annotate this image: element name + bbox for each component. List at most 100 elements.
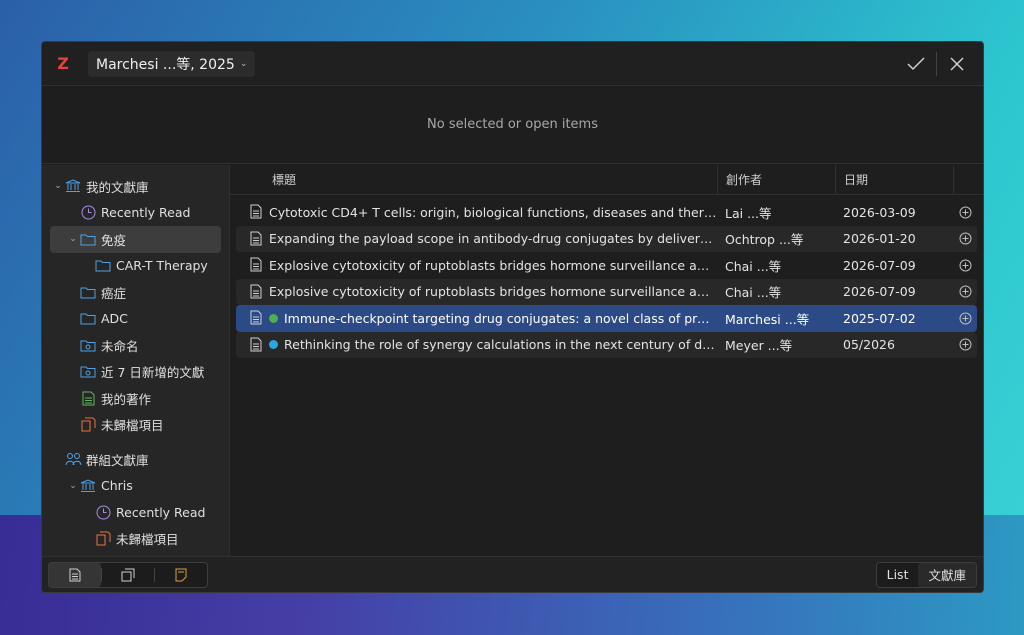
cell-title: Rethinking the role of synergy calculati…	[236, 337, 717, 353]
column-header-date[interactable]: 日期	[836, 164, 954, 195]
cell-creator: Meyer ...等	[725, 338, 793, 354]
collection-tree-item[interactable]: Recently Read	[42, 499, 229, 526]
collection-label: 我的著作	[101, 391, 152, 407]
chevron-down-icon: ⌄	[239, 58, 248, 69]
publications-icon	[79, 390, 97, 406]
collection-label: 我的文獻庫	[86, 179, 149, 195]
add-circle-icon[interactable]	[953, 312, 977, 325]
collection-tree-item[interactable]: ⌄ 我的文獻庫	[42, 173, 229, 200]
item-title: Immune-checkpoint targeting drug conjuga…	[284, 310, 717, 326]
folder-icon	[79, 284, 97, 300]
cell-creator: Marchesi ...等	[725, 311, 810, 327]
collection-label: Recently Read	[101, 205, 191, 221]
list-mode-button[interactable]: List	[877, 563, 919, 587]
bottom-toolbar: List 文獻庫	[42, 556, 983, 592]
library-mode-button[interactable]: 文獻庫	[918, 562, 976, 587]
zotero-logo: Z	[57, 54, 69, 73]
saved-search-icon	[79, 337, 97, 353]
collection-label: CAR-T Therapy	[116, 258, 208, 274]
cell-title: Immune-checkpoint targeting drug conjuga…	[236, 310, 717, 326]
item-title-label: Marchesi ...等, 2025	[96, 56, 235, 73]
collection-tree-item[interactable]: CAR-T Therapy	[42, 253, 229, 280]
notes-icon[interactable]	[155, 563, 207, 587]
clock-icon	[94, 504, 112, 520]
item-title: Explosive cytotoxicity of ruptoblasts br…	[269, 284, 717, 300]
table-row[interactable]: Explosive cytotoxicity of ruptoblasts br…	[236, 252, 977, 279]
library-icon	[79, 478, 97, 494]
chevron-down-icon[interactable]: ⌄	[52, 181, 64, 191]
clock-icon	[79, 205, 97, 221]
document-icon	[250, 257, 264, 273]
cell-title: Explosive cytotoxicity of ruptoblasts br…	[236, 257, 717, 273]
cell-creator: Lai ...等	[725, 205, 772, 221]
item-title: Explosive cytotoxicity of ruptoblasts br…	[269, 257, 717, 273]
cell-creator: Chai ...等	[725, 258, 782, 274]
cell-title: Expanding the payload scope in antibody-…	[236, 231, 717, 247]
close-icon[interactable]	[941, 48, 973, 80]
table-row[interactable]: Expanding the payload scope in antibody-…	[236, 225, 977, 252]
chevron-down-icon[interactable]: ⌄	[67, 481, 79, 491]
add-circle-icon[interactable]	[953, 259, 977, 272]
add-circle-icon[interactable]	[953, 338, 977, 351]
cell-title: Explosive cytotoxicity of ruptoblasts br…	[236, 284, 717, 300]
collection-tree-item[interactable]: 我的著作	[42, 385, 229, 412]
item-title: Cytotoxic CD4+ T cells: origin, biologic…	[269, 204, 717, 220]
collection-tree-item[interactable]: 近 7 日新增的文獻	[42, 359, 229, 386]
column-header-title[interactable]: 標題	[230, 164, 718, 195]
collection-tree-item[interactable]: 未歸檔項目	[42, 412, 229, 439]
table-row[interactable]: Immune-checkpoint targeting drug conjuga…	[236, 305, 977, 332]
add-circle-icon[interactable]	[953, 285, 977, 298]
attachments-icon[interactable]	[102, 563, 154, 587]
collection-label: 未歸檔項目	[116, 532, 179, 548]
item-title: Expanding the payload scope in antibody-…	[269, 231, 717, 247]
cell-date: 2026-07-09	[843, 284, 916, 300]
cell-date: 2026-07-09	[843, 257, 916, 273]
document-icon	[250, 231, 264, 247]
item-pane-icon[interactable]	[49, 562, 101, 587]
group-icon	[64, 451, 82, 467]
cell-date: 2025-07-02	[843, 310, 916, 326]
collection-tree-item[interactable]: Recently Read	[42, 200, 229, 227]
tag-color-dot	[269, 340, 278, 350]
collection-label: 癌症	[101, 285, 127, 301]
collection-tree-item[interactable]: ⌄ 免疫	[50, 226, 221, 253]
check-icon[interactable]	[900, 48, 932, 80]
collection-label: 未命名	[101, 338, 139, 354]
collection-tree-item[interactable]: ⌄ Chris	[42, 473, 229, 500]
unfiled-icon	[79, 417, 97, 433]
zotero-window: Z Marchesi ...等, 2025 ⌄ No selected or o…	[41, 41, 984, 593]
notice-text: No selected or open items	[427, 117, 598, 132]
collection-label: 免疫	[101, 232, 127, 248]
titlebar-actions	[900, 42, 973, 86]
collection-tree-item[interactable]: 未歸檔項目	[42, 526, 229, 553]
collection-label: 近 7 日新增的文獻	[101, 365, 205, 381]
titlebar: Z Marchesi ...等, 2025 ⌄	[42, 42, 983, 86]
add-circle-icon[interactable]	[953, 232, 977, 245]
column-header-creator[interactable]: 創作者	[718, 164, 836, 195]
item-title-dropdown[interactable]: Marchesi ...等, 2025 ⌄	[88, 50, 256, 77]
saved-search-icon	[79, 364, 97, 380]
table-row[interactable]: Cytotoxic CD4+ T cells: origin, biologic…	[236, 199, 977, 226]
collection-label: Recently Read	[116, 504, 206, 520]
add-circle-icon[interactable]	[953, 206, 977, 219]
collection-tree-item[interactable]: 癌症	[42, 279, 229, 306]
pane-switcher	[48, 561, 208, 588]
empty-selection-notice: No selected or open items	[42, 86, 983, 164]
cell-date: 05/2026	[843, 337, 895, 353]
collection-tree-item[interactable]: 未命名	[42, 332, 229, 359]
folder-icon	[94, 258, 112, 274]
table-row[interactable]: Explosive cytotoxicity of ruptoblasts br…	[236, 278, 977, 305]
collection-tree-item[interactable]: ADC	[42, 306, 229, 333]
folder-icon	[79, 231, 97, 247]
view-mode-switcher: List 文獻庫	[875, 561, 977, 588]
collection-label: 未歸檔項目	[101, 418, 164, 434]
table-row[interactable]: Rethinking the role of synergy calculati…	[236, 331, 977, 358]
chevron-down-icon[interactable]: ⌄	[67, 234, 79, 244]
cell-creator: Chai ...等	[725, 285, 782, 301]
collection-tree-item[interactable]: 群組文獻庫	[42, 446, 229, 473]
document-icon	[250, 310, 264, 326]
document-icon	[250, 284, 264, 300]
collection-label: 群組文獻庫	[86, 452, 149, 468]
library-icon	[64, 178, 82, 194]
